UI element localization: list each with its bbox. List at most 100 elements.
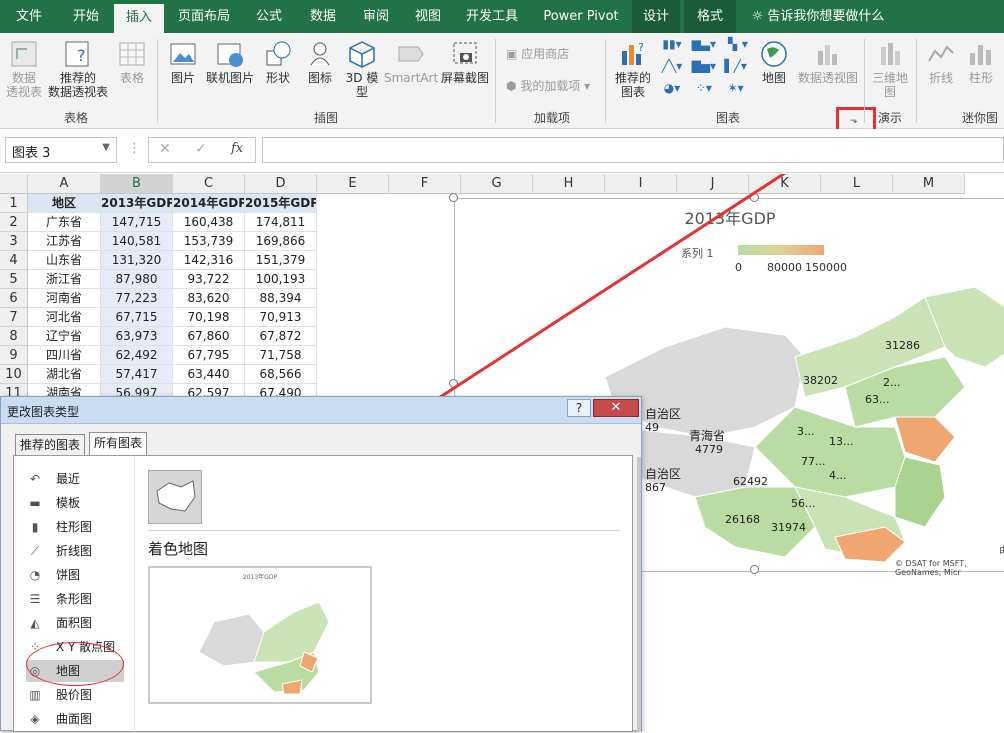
table-button[interactable]: 表格 <box>114 39 150 85</box>
highlight-ellipse <box>26 642 124 686</box>
maps-button[interactable]: 地图 <box>758 39 790 85</box>
pivot-table-label: 数据 透视表 <box>6 71 43 99</box>
chart-type-templates[interactable]: ▬ 模板 <box>26 492 80 514</box>
waterfall-chart-icon[interactable]: ▝▖▾ <box>722 37 750 51</box>
sparkline-column-button[interactable]: 柱形 <box>964 39 998 85</box>
tab-developer[interactable]: 开发工具 <box>456 0 528 33</box>
close-icon: ✕ <box>610 400 622 415</box>
group-tables: 表格 <box>64 111 89 125</box>
app-store-button[interactable]: ▣ 应用商店 <box>506 47 586 61</box>
chart-type-stock[interactable]: ▥ 股价图 <box>26 684 92 706</box>
tab-insert[interactable]: 插入 <box>114 4 164 33</box>
column-chart-icon: ▮ <box>31 520 39 534</box>
chart-preview[interactable]: 2013年GDP <box>148 566 372 704</box>
column-chart-icon[interactable]: ▮▮▾ <box>658 37 686 51</box>
separator <box>864 39 865 123</box>
separator <box>605 39 606 123</box>
group-charts: 图表 <box>716 111 741 125</box>
tell-me-search[interactable]: ☼ 告诉我你想要做什么 <box>748 0 888 33</box>
smartart-button[interactable]: SmartArt <box>384 39 438 85</box>
name-box[interactable]: 图表 3 ▼ <box>5 137 117 163</box>
tab-formula[interactable]: 公式 <box>244 0 294 33</box>
tab-review[interactable]: 审阅 <box>352 0 400 33</box>
divider <box>148 530 620 531</box>
online-picture-button[interactable]: 联机图片 <box>204 39 256 85</box>
enter-icon[interactable]: ✓ <box>195 141 207 157</box>
section-title: 着色地图 <box>148 540 209 558</box>
chart-type-label: 最近 <box>56 472 81 486</box>
formula-input[interactable] <box>262 137 1004 163</box>
line-chart-icon[interactable]: ╱╲▾ <box>658 59 686 73</box>
chart-type-column[interactable]: ▮ 柱形图 <box>26 516 92 538</box>
tab-view[interactable]: 视图 <box>404 0 452 33</box>
chart-type-pie[interactable]: ◔ 饼图 <box>26 564 80 586</box>
function-icon[interactable]: fx <box>231 141 243 156</box>
combo-chart-icon[interactable]: ▌╱▾ <box>722 59 750 73</box>
tab-all-charts[interactable]: 所有图表 <box>89 432 148 456</box>
separator <box>157 39 158 123</box>
bar-chart-icon: ☰ <box>29 592 41 606</box>
maps-label: 地图 <box>761 71 786 85</box>
close-button[interactable]: ✕ <box>593 399 639 417</box>
icons-button[interactable]: 图标 <box>304 39 336 85</box>
recent-chart-icon: ↶ <box>29 472 41 486</box>
tab-power-pivot[interactable]: Power Pivot <box>534 0 628 33</box>
group-addins: 加载项 <box>534 111 571 125</box>
dialog-launcher-icon[interactable]: ⬎ <box>850 115 862 127</box>
recommended-pivot-button[interactable]: ? 推荐的 数据透视表 <box>46 39 110 99</box>
filled-map-thumb[interactable] <box>148 470 202 524</box>
formula-bar: 图表 3 ▼ ⋮ ✕ ✓ fx <box>0 129 1004 173</box>
picture-button[interactable]: 图片 <box>166 39 200 85</box>
pivot-chart-icon <box>818 45 837 65</box>
chevron-down-icon[interactable]: ▼ <box>102 142 110 153</box>
chart-type-area[interactable]: ◭ 面积图 <box>26 612 92 634</box>
chart-type-line[interactable]: ⟋ 折线图 <box>26 540 92 562</box>
chart-type-recent[interactable]: ↶ 最近 <box>26 468 80 490</box>
chart-type-panel: ↶ 最近 ▬ 模板 ▮ 柱形图 ⟋ 折线图 ◔ 饼图 ☰ 条形图 ◭ 面积图 ⁘ X Y 散点图 ◎ 地图 ▥ 股价图… <box>13 455 633 733</box>
3d-model-button[interactable]: 3D 模 型 <box>344 39 380 99</box>
help-button[interactable]: ? <box>567 399 591 417</box>
radar-chart-icon[interactable]: ✶▾ <box>722 81 750 95</box>
chart-type-label: 饼图 <box>56 568 81 582</box>
chart-type-label: 股价图 <box>56 688 93 702</box>
tab-home[interactable]: 开始 <box>60 0 112 33</box>
hierarchy-chart-icon[interactable]: ▆▃▾ <box>690 37 718 51</box>
tab-file[interactable]: 文件 <box>0 0 58 33</box>
group-sparklines: 迷你图 <box>962 111 999 125</box>
pivot-table-button[interactable]: 数据 透视表 <box>6 39 42 99</box>
scrollbar[interactable] <box>637 457 641 732</box>
picture-icon <box>170 43 196 65</box>
recommended-charts-button[interactable]: ? 推荐的 图表 <box>612 39 654 99</box>
statistic-chart-icon[interactable]: ▇▅▾ <box>690 59 718 73</box>
tab-chart-design[interactable]: 设计 <box>632 0 680 33</box>
shapes-button[interactable]: 形状 <box>262 39 294 85</box>
chart-type-surface[interactable]: ◈ 曲面图 <box>26 708 92 730</box>
chart-type-bar[interactable]: ☰ 条形图 <box>26 588 92 610</box>
pivot-chart-button[interactable]: 数据透视图 <box>796 39 860 85</box>
cancel-icon[interactable]: ✕ <box>159 141 171 157</box>
recommended-pivot-label: 推荐的 数据透视表 <box>47 71 108 99</box>
dialog-title: 更改图表类型 <box>7 405 80 419</box>
tab-chart-format[interactable]: 格式 <box>684 0 736 33</box>
my-addins-button[interactable]: ⬢ 我的加载项 ▾ <box>506 79 598 93</box>
icons-label: 图标 <box>307 71 332 85</box>
chart-type-label: 条形图 <box>56 592 93 606</box>
online-picture-icon <box>217 43 243 67</box>
tab-recommended-charts[interactable]: 推荐的图表 <box>15 434 86 456</box>
picture-label: 图片 <box>170 71 195 85</box>
ribbon-tab-bar: 文件 开始 插入 页面布局 公式 数据 审阅 视图 开发工具 Power Piv… <box>0 0 1004 33</box>
online-picture-label: 联机图片 <box>205 71 254 85</box>
screenshot-button[interactable]: 屏幕截图 <box>440 39 490 85</box>
pie-chart-icon[interactable]: ◕▾ <box>658 81 686 95</box>
sparkline-line-label: 折线 <box>928 71 953 85</box>
cube-icon <box>349 41 375 68</box>
scatter-chart-icon[interactable]: ⁘▾ <box>690 81 718 95</box>
preview-title: 2013年GDP <box>242 574 278 581</box>
tab-page-layout[interactable]: 页面布局 <box>168 0 240 33</box>
tab-data[interactable]: 数据 <box>298 0 348 33</box>
3d-map-icon <box>881 43 900 65</box>
sparkline-line-button[interactable]: 折线 <box>924 39 958 85</box>
lightbulb-icon: ☼ <box>751 9 764 24</box>
globe-icon <box>761 41 787 67</box>
3d-map-button[interactable]: 三维地 图 <box>870 39 910 99</box>
